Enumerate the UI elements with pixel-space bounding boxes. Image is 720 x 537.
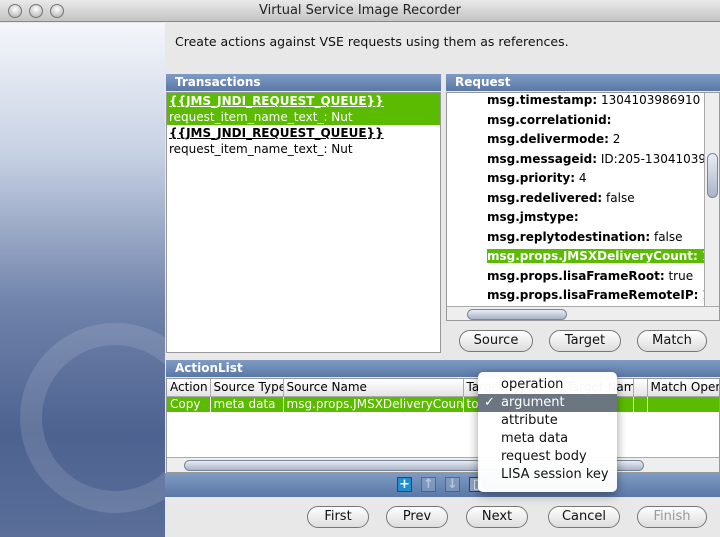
field-value: 2: [608, 132, 621, 146]
field-key: msg.replytodestination:: [487, 229, 651, 244]
request-field[interactable]: msg.priority: 4: [447, 169, 705, 189]
transaction-detail[interactable]: request_item_name_text_: Nut: [167, 141, 440, 157]
first-button[interactable]: First: [307, 506, 369, 528]
menu-item[interactable]: meta data: [478, 430, 617, 448]
field-key: msg.props.JMSXDeliveryCount:: [487, 249, 698, 263]
transactions-list[interactable]: {{JMS_JNDI_REQUEST_QUEUE}} request_item_…: [166, 92, 441, 353]
request-field[interactable]: msg.delivermode: 2: [447, 130, 705, 150]
table-cell[interactable]: meta data: [210, 396, 284, 412]
request-field[interactable]: msg.jmstype:: [447, 208, 705, 228]
table-cell[interactable]: Copy: [167, 396, 211, 412]
menu-item-label: request body: [501, 449, 587, 464]
menu-item-label: attribute: [501, 413, 558, 428]
prev-button[interactable]: Prev: [386, 506, 448, 528]
request-field[interactable]: msg.timestamp: 1304103986910: [447, 93, 705, 111]
field-key: msg.redelivered:: [487, 190, 603, 205]
menu-item-label: meta data: [501, 431, 569, 446]
request-tree[interactable]: msg.timestamp: 1304103986910 msg.correlat…: [446, 92, 720, 321]
checkmark-icon: ✓: [484, 395, 495, 410]
menu-item[interactable]: operation: [478, 376, 617, 394]
field-key: msg.props.lisaFrameRoot:: [487, 268, 665, 283]
actionlist-table[interactable]: ActionSource TypeSource NameTarget TypeT…: [166, 378, 720, 473]
field-key: msg.props.lisaFrameRemoteIP:: [487, 288, 699, 302]
field-key: msg.messageid:: [487, 151, 598, 166]
horizontal-scrollbar[interactable]: [447, 306, 719, 320]
request-header: Request: [446, 74, 720, 91]
menu-item[interactable]: request body: [478, 448, 617, 466]
table-row[interactable]: Copy meta data msg.props.JMSXDeliveryCount…: [167, 396, 719, 412]
target-type-dropdown-menu[interactable]: operation ✓ argument attribute meta data requ…: [478, 372, 617, 492]
vertical-scrollbar[interactable]: [704, 93, 719, 306]
target-button[interactable]: Target: [549, 330, 621, 352]
scroll-thumb[interactable]: [467, 309, 567, 320]
actionlist-toolbar: + ↑ ↓ ▯: [165, 473, 720, 497]
transaction-item[interactable]: {{JMS_JNDI_REQUEST_QUEUE}}: [167, 125, 440, 141]
field-value: 4: [575, 171, 587, 185]
scroll-thumb[interactable]: [707, 153, 718, 198]
request-field[interactable]: msg.props.lisaFrameRoot: true: [447, 267, 705, 287]
request-field[interactable]: msg.redelivered: false: [447, 189, 705, 209]
field-value: true: [664, 268, 694, 283]
menu-item-label: LISA session key: [501, 467, 609, 482]
transactions-header: Transactions: [166, 74, 441, 91]
move-up-icon[interactable]: ↑: [421, 477, 436, 492]
request-field[interactable]: msg.replytodestination: false: [447, 228, 705, 248]
finish-button[interactable]: Finish: [637, 506, 707, 528]
column-header[interactable]: [633, 379, 648, 397]
menu-item-label: operation: [501, 377, 564, 392]
field-value: false: [650, 229, 683, 244]
request-field[interactable]: msg.props.lisaFrameRemoteIP: 192: [447, 286, 705, 306]
table-cell[interactable]: [633, 396, 648, 412]
title-bar: Virtual Service Image Recorder: [0, 0, 720, 22]
wizard-sidebar: [0, 23, 165, 537]
menu-item[interactable]: LISA session key: [478, 466, 617, 484]
request-field[interactable]: msg.correlationid:: [447, 111, 705, 131]
menu-item[interactable]: ✓ argument: [478, 394, 617, 412]
field-value: ID:205-130410398: [597, 151, 705, 166]
horizontal-scrollbar[interactable]: [167, 457, 719, 472]
close-button[interactable]: [8, 4, 22, 18]
column-header[interactable]: Match Opera: [647, 379, 719, 397]
window-title: Virtual Service Image Recorder: [259, 3, 461, 18]
instructions-text: Create actions against VSE requests usin…: [175, 34, 569, 49]
field-key: msg.jmstype:: [487, 210, 579, 224]
field-value: 1304103986910: [597, 93, 701, 107]
column-header[interactable]: Source Type: [210, 379, 284, 397]
request-field[interactable]: msg.messageid: ID:205-130410398: [447, 150, 705, 170]
logo-watermark: [20, 323, 165, 513]
source-button[interactable]: Source: [459, 330, 533, 352]
actionlist-header: ActionList: [166, 360, 720, 377]
cancel-button[interactable]: Cancel: [548, 506, 620, 528]
match-button[interactable]: Match: [637, 330, 707, 352]
column-header[interactable]: Source Name: [283, 379, 464, 397]
minimize-button[interactable]: [29, 4, 43, 18]
add-icon[interactable]: +: [397, 477, 412, 492]
field-key: msg.delivermode:: [487, 132, 609, 146]
menu-item[interactable]: attribute: [478, 412, 617, 430]
move-down-icon[interactable]: ↓: [445, 477, 460, 492]
column-header[interactable]: Action: [167, 379, 211, 397]
zoom-button[interactable]: [50, 4, 64, 18]
table-cell[interactable]: [647, 396, 719, 412]
next-button[interactable]: Next: [466, 506, 528, 528]
field-key: msg.priority:: [487, 171, 576, 185]
field-key: msg.correlationid:: [487, 112, 612, 127]
field-value: false: [602, 190, 635, 205]
transaction-item[interactable]: {{JMS_JNDI_REQUEST_QUEUE}}: [167, 93, 440, 109]
request-field[interactable]: msg.props.JMSXDeliveryCount: 1: [447, 247, 705, 267]
transaction-detail[interactable]: request_item_name_text_: Nut: [167, 109, 440, 125]
field-key: msg.timestamp:: [487, 93, 598, 107]
menu-item-label: argument: [501, 395, 565, 410]
table-cell[interactable]: msg.props.JMSXDeliveryCount: [283, 396, 464, 412]
